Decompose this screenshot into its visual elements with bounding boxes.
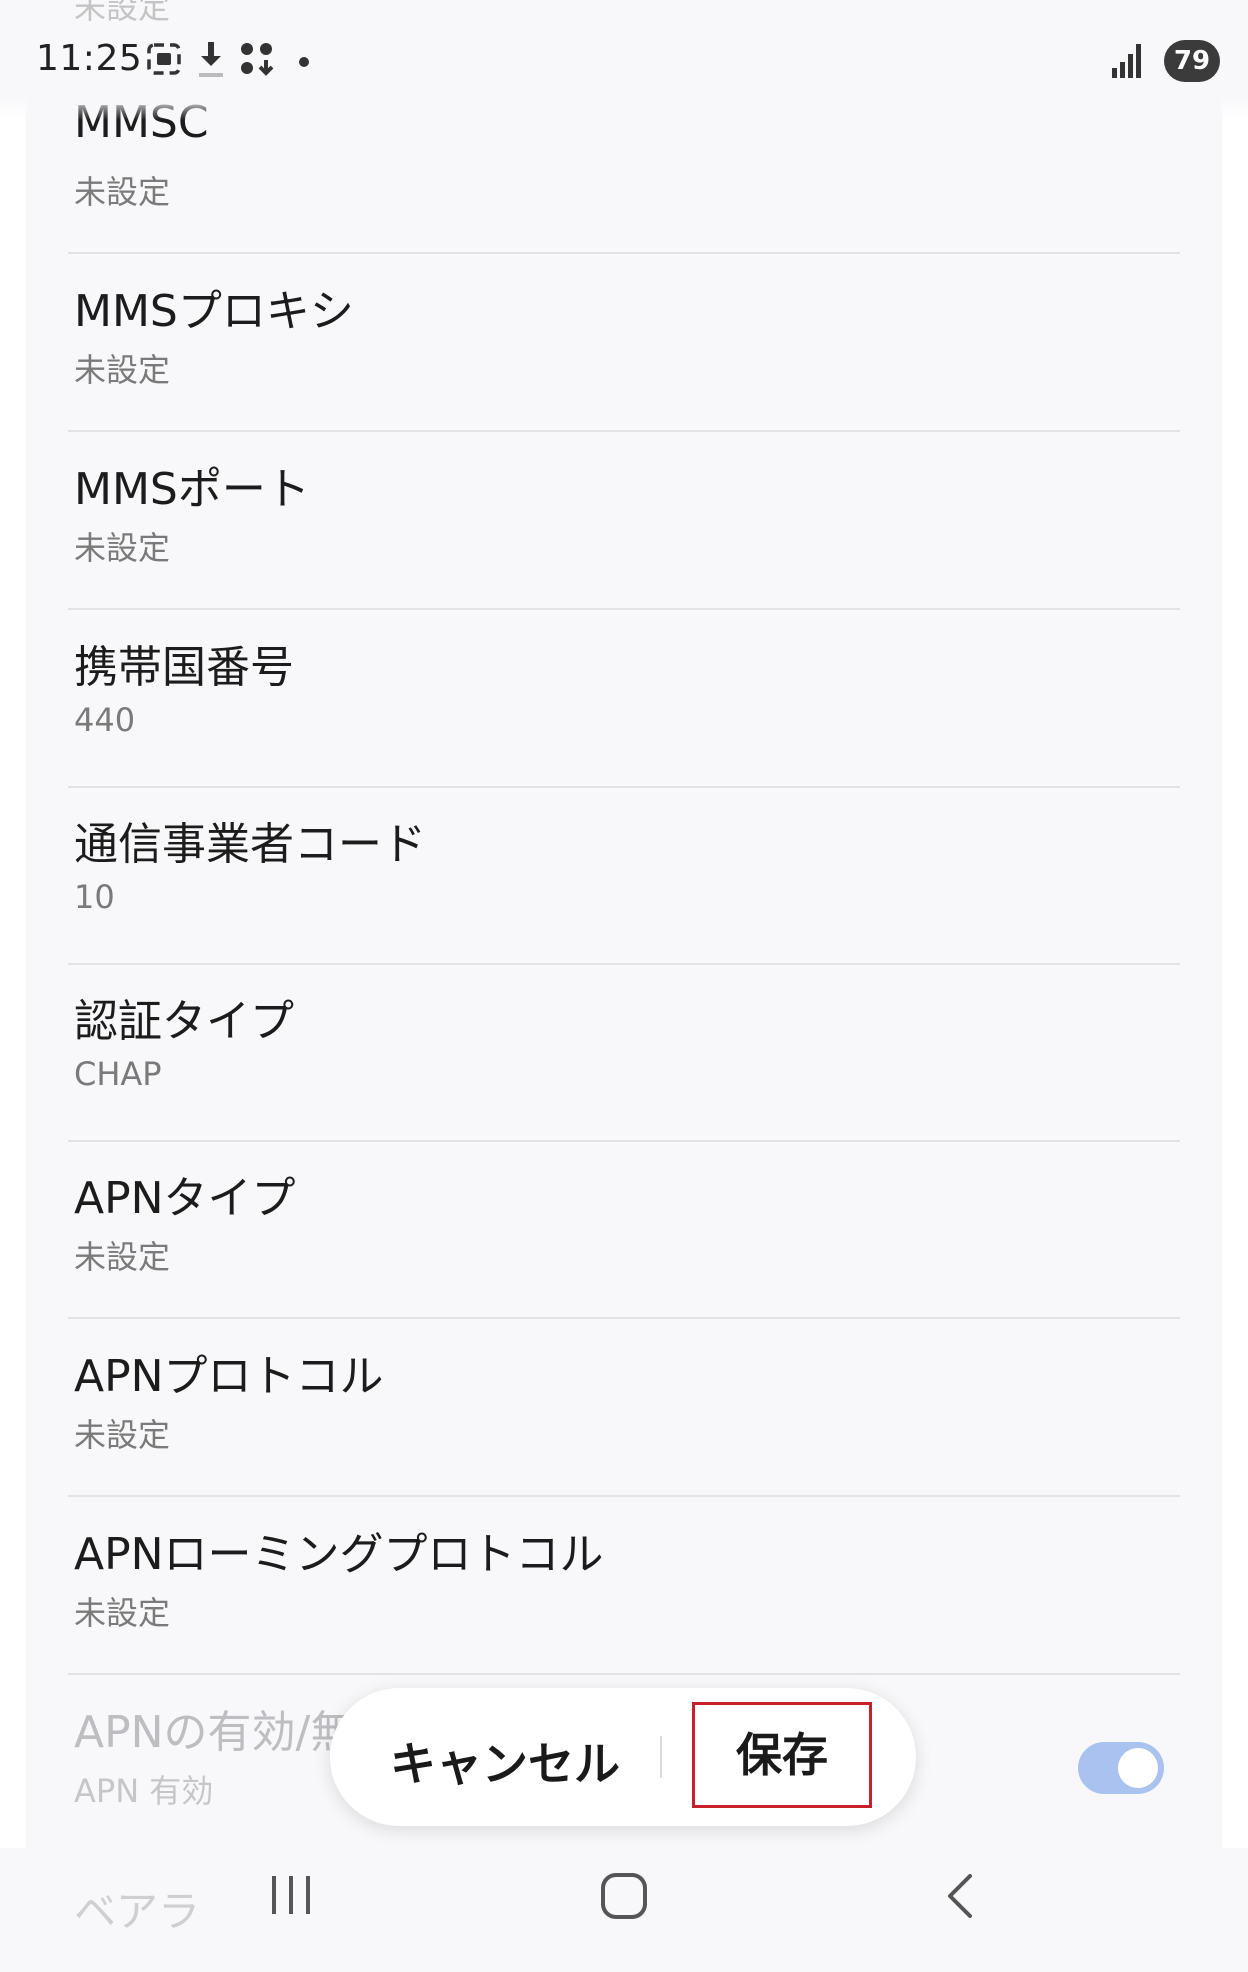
back-icon[interactable] xyxy=(940,1870,980,1922)
apn-enable-toggle[interactable] xyxy=(1078,1742,1164,1794)
setting-row-mms-port[interactable]: MMSポート 未設定 xyxy=(68,433,1180,610)
navigation-bar: ベアラ xyxy=(0,1848,1248,1972)
setting-value: 10 xyxy=(74,878,115,916)
screenshot-icon xyxy=(147,43,181,75)
save-button[interactable]: 保存 xyxy=(692,1702,872,1808)
setting-row-mcc[interactable]: 携帯国番号 440 xyxy=(68,611,1180,788)
action-bar: キャンセル 保存 xyxy=(330,1688,916,1826)
setting-value: APN 有効 xyxy=(74,1772,214,1810)
setting-title: MMSプロキシ xyxy=(74,286,354,337)
setting-title: MMSポート xyxy=(74,464,310,515)
setting-value: CHAP xyxy=(74,1055,162,1093)
download-icon xyxy=(199,42,223,77)
setting-row-apn-protocol[interactable]: APNプロトコル 未設定 xyxy=(68,1320,1180,1497)
setting-title: APNプロトコル xyxy=(74,1351,384,1402)
recent-apps-icon[interactable] xyxy=(266,1870,316,1920)
status-bar: 未設定 11:25 79 xyxy=(0,0,1248,120)
setting-row-apn-type[interactable]: APNタイプ 未設定 xyxy=(68,1142,1180,1319)
setting-value: 440 xyxy=(74,701,136,739)
setting-row-auth-type[interactable]: 認証タイプ CHAP xyxy=(68,965,1180,1142)
setting-value: 未設定 xyxy=(74,1594,171,1632)
setting-value: 未設定 xyxy=(74,351,171,389)
toggle-knob xyxy=(1118,1748,1158,1788)
setting-row-mnc[interactable]: 通信事業者コード 10 xyxy=(68,788,1180,965)
setting-title: APNタイプ xyxy=(74,1173,296,1224)
setting-title: 認証タイプ xyxy=(74,996,294,1047)
partial-bearer-label: ベアラ xyxy=(74,1887,201,1936)
setting-row-mms-proxy[interactable]: MMSプロキシ 未設定 xyxy=(68,255,1180,432)
cancel-button[interactable]: キャンセル xyxy=(390,1728,620,1794)
setting-value: 未設定 xyxy=(74,173,171,211)
signal-icon xyxy=(1112,44,1141,78)
setting-title: 携帯国番号 xyxy=(74,642,294,693)
status-time: 11:25 xyxy=(36,38,143,79)
notification-dot-icon xyxy=(299,57,309,67)
setting-value: 未設定 xyxy=(74,1238,171,1276)
setting-title: APNローミングプロトコル xyxy=(74,1529,604,1580)
partial-previous-value: 未設定 xyxy=(74,0,171,26)
setting-value: 未設定 xyxy=(74,529,171,567)
battery-indicator: 79 xyxy=(1164,40,1220,82)
setting-title: 通信事業者コード xyxy=(74,819,426,870)
action-divider xyxy=(660,1736,662,1778)
home-icon[interactable] xyxy=(598,1870,650,1922)
setting-value: 未設定 xyxy=(74,1416,171,1454)
app-grid-icon xyxy=(241,43,274,76)
setting-row-apn-roaming-protocol[interactable]: APNローミングプロトコル 未設定 xyxy=(68,1498,1180,1675)
